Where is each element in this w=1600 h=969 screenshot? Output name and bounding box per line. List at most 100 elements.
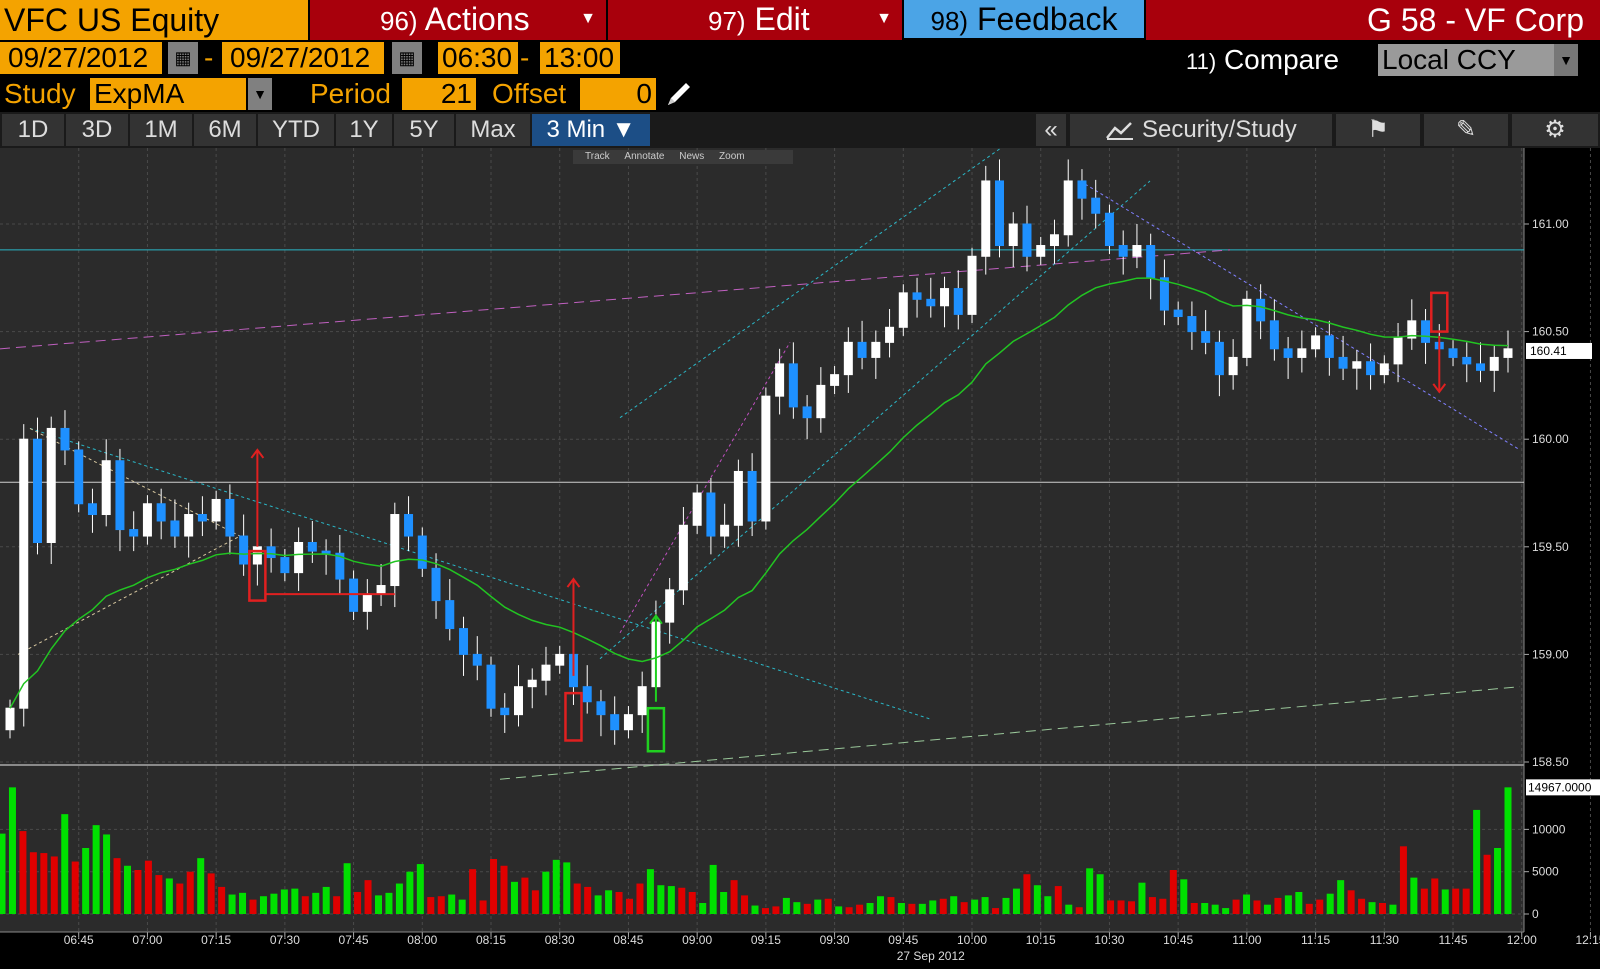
candle-down <box>486 656 496 717</box>
candle-body <box>156 503 166 522</box>
volume-bar <box>1169 870 1177 914</box>
edit-menu[interactable]: 97) Edit ▼ <box>608 0 902 40</box>
annotate-tool[interactable]: Annotate <box>624 150 664 164</box>
currency-select[interactable]: Local CCY ▼ <box>1378 44 1578 76</box>
candle-body <box>1036 245 1046 257</box>
candle-body <box>898 292 908 328</box>
volume-bar <box>1441 889 1449 914</box>
gear-icon[interactable]: ⚙ <box>1512 114 1598 146</box>
volume-bar <box>1012 888 1020 914</box>
line-chart-icon <box>1105 116 1142 143</box>
candle-body <box>1476 363 1486 371</box>
candle-body <box>307 541 317 552</box>
calendar-icon[interactable]: ▦ <box>168 42 198 74</box>
volume-bar <box>301 896 309 914</box>
ticker-field[interactable]: VFC US Equity <box>0 0 308 40</box>
candle-body <box>1393 337 1403 365</box>
volume-bar <box>918 903 926 914</box>
volume-bar <box>29 852 37 914</box>
candle-body <box>1462 356 1472 365</box>
start-date-field[interactable]: 09/27/2012 <box>0 42 162 74</box>
volume-bar <box>1483 854 1491 914</box>
bookmark-icon[interactable]: ⚑ <box>1336 114 1420 146</box>
security-study-button[interactable]: Security/Study <box>1070 114 1332 146</box>
volume-bar <box>385 892 393 914</box>
security-title: G 58 - VF Corp <box>1367 2 1584 38</box>
price-volume-chart[interactable]: 06:45 07:00 07:15 07:30 07:45 08:00 08:15 08:30… <box>0 148 1600 964</box>
volume-bar <box>1462 888 1470 914</box>
volume-bar <box>155 875 163 914</box>
volume-bar <box>605 890 613 914</box>
chart-area[interactable]: 06:45 07:00 07:15 07:30 07:45 08:00 08:15 08:30… <box>0 148 1600 969</box>
tab-6m[interactable]: 6M <box>194 114 256 146</box>
collapse-button[interactable]: « <box>1036 114 1066 146</box>
candle-body <box>459 628 469 655</box>
pencil-icon[interactable] <box>662 78 694 110</box>
candle-body <box>1242 298 1252 358</box>
candle-body <box>541 664 551 681</box>
candle-body <box>1104 212 1114 247</box>
volume-bar <box>929 900 937 914</box>
volume-bar <box>563 862 571 914</box>
actions-num: 96) <box>380 6 418 36</box>
end-date-field[interactable]: 09/27/2012 <box>222 42 384 74</box>
tab-3-min[interactable]: 3 Min ▼ <box>532 114 650 146</box>
tab-3d[interactable]: 3D <box>66 114 128 146</box>
offset-field[interactable]: 0 <box>580 78 656 110</box>
candle-body <box>417 535 427 569</box>
volume-bar <box>406 871 414 914</box>
chevron-down-icon[interactable]: ▼ <box>248 78 272 110</box>
calendar-icon[interactable]: ▦ <box>392 42 422 74</box>
track-tool[interactable]: Track <box>585 150 610 164</box>
volume-bar <box>50 856 58 914</box>
study-select[interactable]: ExpMA <box>90 78 246 110</box>
candle-body <box>1173 309 1183 318</box>
feedback-button[interactable]: 98) Feedback <box>904 0 1144 38</box>
candle-body <box>1201 331 1211 343</box>
volume-bar <box>1243 894 1251 914</box>
tab-1y[interactable]: 1Y <box>336 114 392 146</box>
candle-up <box>1242 290 1252 367</box>
candle-body <box>1187 316 1197 333</box>
candle-body <box>142 503 152 537</box>
candle-body <box>129 529 139 537</box>
candle-body <box>1269 320 1279 350</box>
volume-bar <box>19 831 27 914</box>
candle-up <box>761 387 771 530</box>
volume-bar <box>887 897 895 914</box>
compare-button[interactable]: 11) Compare <box>1186 44 1339 78</box>
candle-body <box>1063 180 1073 236</box>
zoom-tool[interactable]: Zoom <box>719 150 745 164</box>
edit-chart-icon[interactable]: ✎ <box>1424 114 1508 146</box>
volume-bar <box>866 903 874 914</box>
offset-label: Offset <box>492 78 567 109</box>
tab-ytd[interactable]: YTD <box>258 114 334 146</box>
actions-menu[interactable]: 96) Actions ▼ <box>310 0 606 40</box>
volume-bar <box>657 885 665 914</box>
volume-bar <box>176 883 184 914</box>
volume-bar <box>1295 892 1303 914</box>
start-time-field[interactable]: 06:30 <box>438 42 518 74</box>
candle-up <box>46 416 56 565</box>
tab-5y[interactable]: 5Y <box>394 114 454 146</box>
volume-bar <box>939 898 947 914</box>
candle-body <box>720 524 730 537</box>
period-label: Period <box>310 78 391 109</box>
tab-max[interactable]: Max <box>456 114 530 146</box>
candle-body <box>321 550 331 554</box>
candle-body <box>1352 361 1362 369</box>
candle-body <box>527 679 537 688</box>
volume-bar <box>395 883 403 914</box>
volume-bar <box>1410 877 1418 914</box>
news-tool[interactable]: News <box>679 150 704 164</box>
candle-body <box>830 374 840 386</box>
tab-1m[interactable]: 1M <box>130 114 192 146</box>
period-field[interactable]: 21 <box>402 78 476 110</box>
candle-body <box>596 701 606 716</box>
volume-bar <box>1347 890 1355 914</box>
tab-1d[interactable]: 1D <box>2 114 64 146</box>
end-time-field[interactable]: 13:00 <box>540 42 620 74</box>
volume-bar <box>877 896 884 914</box>
candle-body <box>5 707 15 731</box>
volume-bar <box>364 880 372 914</box>
